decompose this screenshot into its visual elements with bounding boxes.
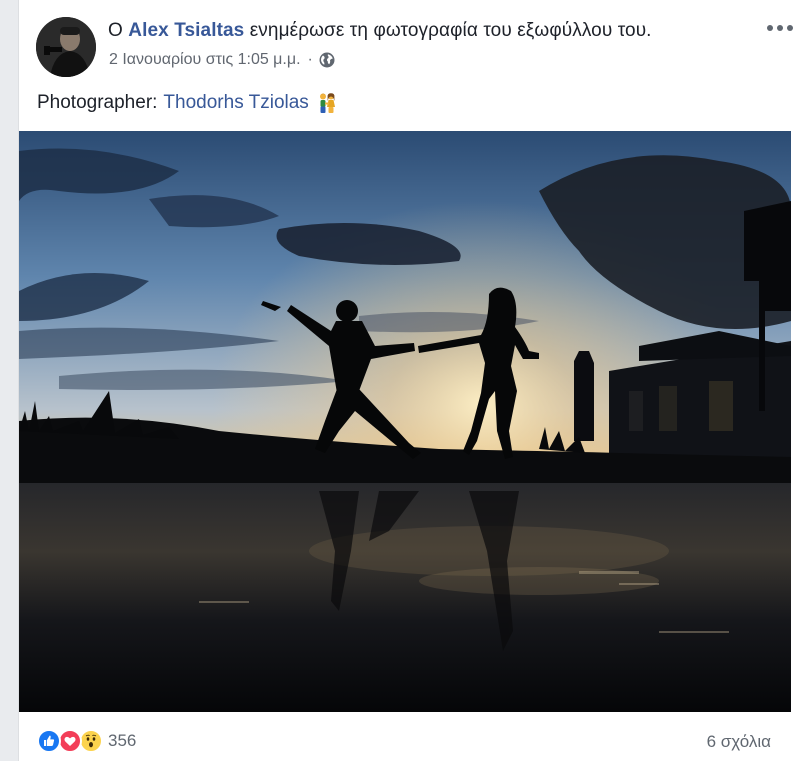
couple-holding-hands-icon [316,92,338,114]
comments-count-link[interactable]: 6 σχόλια [707,732,771,752]
post-meta: 2 Ιανουαρίου στις 1:05 μ.μ. · [109,51,335,69]
meta-separator: · [307,51,313,68]
avatar[interactable] [36,17,96,77]
post-footer: 356 6 σχόλια [19,712,812,761]
cover-photo[interactable] [19,131,791,712]
more-dot [787,25,793,31]
reactions-summary[interactable]: 356 [37,729,136,753]
caption-label: Photographer: [37,92,158,113]
more-dot [777,25,783,31]
author-name-link[interactable]: Alex Tsialtas [128,20,244,41]
wow-icon [79,729,103,753]
post-caption: Photographer: Thodorhs Tziolas [37,92,338,114]
headline-prefix: Ο [108,20,123,41]
more-options-icon[interactable] [767,18,793,38]
post-headline: Ο Alex Tsialtas ενημέρωσε τη φωτογραφία … [108,20,652,42]
photographer-link[interactable]: Thodorhs Tziolas [163,92,308,114]
reaction-count: 356 [108,731,137,750]
post-timestamp[interactable]: 2 Ιανουαρίου στις 1:05 μ.μ. [109,51,301,69]
avatar-image [36,17,96,77]
cover-photo-image [19,131,791,712]
headline-action: ενημέρωσε τη φωτογραφία του εξωφύλλου το… [249,20,652,41]
post-card: Ο Alex Tsialtas ενημέρωσε τη φωτογραφία … [18,0,812,761]
love-icon [58,729,82,753]
like-icon [37,729,61,753]
more-dot [767,25,773,31]
globe-icon[interactable] [319,52,335,68]
post-header: Ο Alex Tsialtas ενημέρωσε τη φωτογραφία … [19,0,812,84]
